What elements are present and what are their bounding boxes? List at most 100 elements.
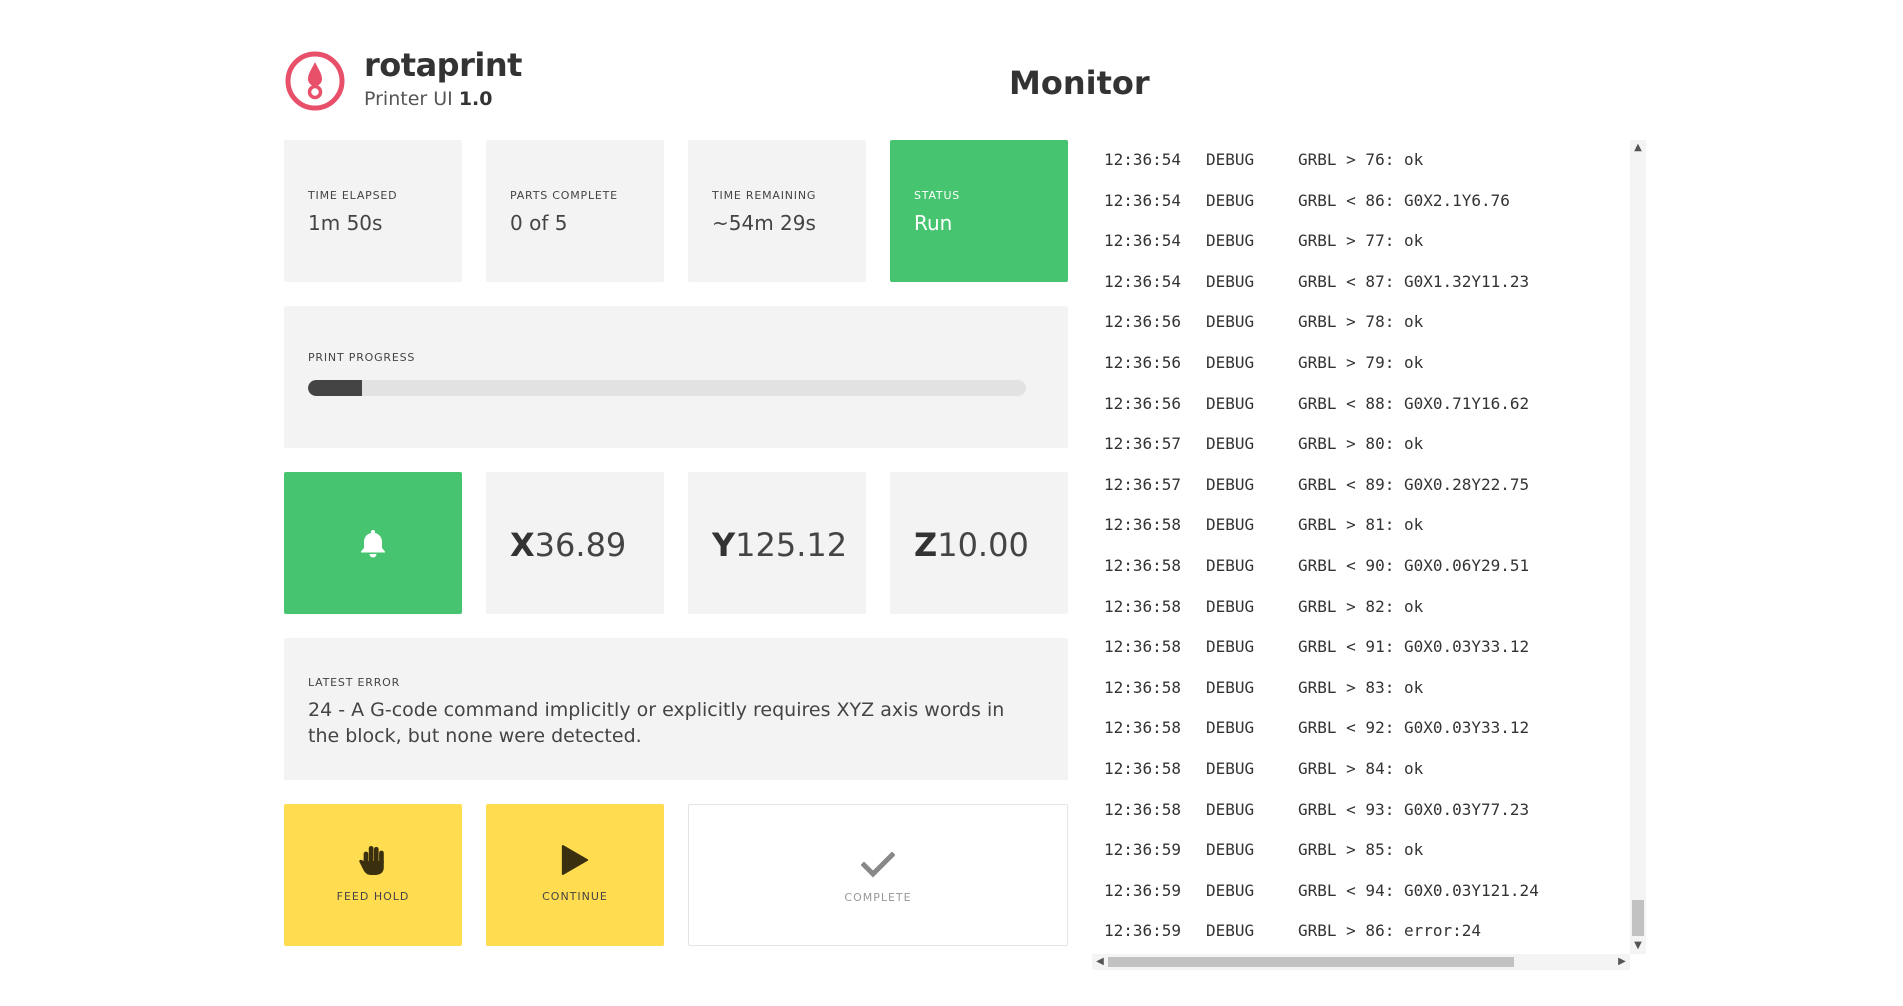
log-time: 12:36:59 (1104, 840, 1182, 860)
axis-label: Z (914, 526, 938, 564)
log-row: 12:36:58 DEBUG GRBL < 91: G0X0.03Y33.12 (1092, 627, 1630, 668)
log-message: GRBL > 86: error:24 (1298, 921, 1482, 941)
error-text: 24 - A G-code command implicitly or expl… (308, 699, 1005, 747)
log-level: DEBUG (1206, 150, 1255, 169)
coord-x: X36.89 (510, 526, 626, 564)
stat-value: 0 of 5 (510, 211, 568, 235)
alarm-button[interactable] (284, 472, 462, 614)
log-row: 12:36:59 DEBUG GRBL > 86: error:24 (1092, 911, 1630, 952)
log-row: 12:36:56 DEBUG GRBL > 79: ok (1092, 343, 1630, 384)
stat-label: PARTS COMPLETE (510, 189, 618, 202)
log-time: 12:36:58 (1104, 718, 1182, 738)
log-row: 12:36:59 DEBUG GRBL > 85: ok (1092, 830, 1630, 871)
log-level: DEBUG (1206, 840, 1255, 860)
axis-label: Y (712, 526, 736, 564)
subtitle-prefix: Printer UI (364, 88, 453, 110)
progress-fill (308, 380, 362, 396)
log-time: 12:36:58 (1104, 596, 1182, 616)
log-message: GRBL > 81: ok (1298, 515, 1424, 535)
stat-value: ~54m 29s (712, 211, 816, 235)
coord-z-card: Z10.00 (890, 472, 1068, 614)
play-icon (561, 845, 589, 875)
log-time: 12:36:54 (1104, 231, 1182, 251)
log-time: 12:36:59 (1104, 880, 1182, 900)
log-message: GRBL < 90: G0X0.06Y29.51 (1298, 555, 1530, 575)
log-time: 12:36:54 (1104, 150, 1182, 169)
checkmark-icon (861, 852, 895, 878)
stat-time-elapsed: TIME ELAPSED 1m 50s (284, 140, 462, 282)
log-level: DEBUG (1206, 515, 1255, 535)
log-level: DEBUG (1206, 271, 1255, 291)
log-row: 12:36:58 DEBUG GRBL > 82: ok (1092, 587, 1630, 628)
log-level: DEBUG (1206, 677, 1255, 697)
log-level: DEBUG (1206, 718, 1255, 738)
coord-y: Y125.12 (712, 526, 847, 564)
axis-value: 10.00 (937, 526, 1029, 564)
status-card: STATUS Run (890, 140, 1068, 282)
scroll-left-arrow-icon[interactable]: ◀ (1092, 954, 1108, 970)
log-time: 12:36:56 (1104, 312, 1182, 332)
bell-icon (361, 530, 385, 558)
complete-button[interactable]: COMPLETE (688, 804, 1068, 946)
continue-button[interactable]: CONTINUE (486, 804, 664, 946)
stat-label: TIME ELAPSED (308, 189, 398, 202)
log-row: 12:36:58 DEBUG GRBL < 90: G0X0.06Y29.51 (1092, 546, 1630, 587)
log-time: 12:36:56 (1104, 393, 1182, 413)
stat-value: 1m 50s (308, 211, 383, 235)
scroll-up-arrow-icon[interactable]: ▲ (1630, 140, 1646, 156)
progress-bar (308, 380, 1026, 396)
axis-value: 125.12 (735, 526, 848, 564)
scroll-thumb[interactable] (1632, 900, 1644, 936)
scroll-down-arrow-icon[interactable]: ▼ (1630, 938, 1646, 954)
log-time: 12:36:56 (1104, 352, 1182, 372)
log-row: 12:36:56 DEBUG GRBL < 88: G0X0.71Y16.62 (1092, 384, 1630, 425)
log-message: GRBL > 77: ok (1298, 231, 1424, 251)
scroll-thumb-horizontal[interactable] (1108, 957, 1514, 967)
log-row: 12:36:58 DEBUG GRBL > 81: ok (1092, 505, 1630, 546)
droplet-in-circle-icon (285, 51, 345, 111)
stat-label: STATUS (914, 189, 961, 202)
log-level: DEBUG (1206, 231, 1255, 251)
log-row: 12:36:54 DEBUG GRBL > 77: ok (1092, 221, 1630, 262)
log-level: DEBUG (1206, 799, 1255, 819)
continue-label: CONTINUE (542, 890, 608, 903)
log-level: DEBUG (1206, 474, 1255, 494)
brand-name: rotaprint (364, 46, 522, 84)
log-time: 12:36:57 (1104, 474, 1182, 494)
log-level: DEBUG (1206, 555, 1255, 575)
log-time: 12:36:59 (1104, 921, 1182, 941)
log-row: 12:36:58 DEBUG GRBL > 84: ok (1092, 749, 1630, 790)
scroll-right-arrow-icon[interactable]: ▶ (1614, 954, 1630, 970)
log-level: DEBUG (1206, 921, 1255, 941)
feed-hold-button[interactable]: FEED HOLD (284, 804, 462, 946)
log-message: GRBL > 76: ok (1298, 150, 1424, 169)
log-message: GRBL < 94: G0X0.03Y121.24 (1298, 880, 1539, 900)
complete-label: COMPLETE (844, 891, 912, 904)
log-level: DEBUG (1206, 312, 1255, 332)
log-row: 12:36:57 DEBUG GRBL < 89: G0X0.28Y22.75 (1092, 465, 1630, 506)
log-message: GRBL < 92: G0X0.03Y33.12 (1298, 718, 1530, 738)
horizontal-scrollbar[interactable]: ◀ ▶ (1092, 954, 1630, 970)
log-row: 12:36:58 DEBUG GRBL > 83: ok (1092, 668, 1630, 709)
log-panel[interactable]: 12:36:54 DEBUG GRBL > 76: ok 12:36:54 DEBUG G… (1092, 140, 1646, 970)
latest-error-card: LATEST ERROR 24 - A G-code command impli… (284, 638, 1068, 780)
log-level: DEBUG (1206, 352, 1255, 372)
log-time: 12:36:58 (1104, 637, 1182, 657)
log-time: 12:36:58 (1104, 677, 1182, 697)
log-row: 12:36:56 DEBUG GRBL > 78: ok (1092, 302, 1630, 343)
log-level: DEBUG (1206, 393, 1255, 413)
stat-time-remaining: TIME REMAINING ~54m 29s (688, 140, 866, 282)
vertical-scrollbar[interactable]: ▲ ▼ (1630, 140, 1646, 954)
axis-value: 36.89 (534, 526, 627, 564)
log-time: 12:36:54 (1104, 190, 1182, 210)
log-level: DEBUG (1206, 880, 1255, 900)
log-message: GRBL > 85: ok (1298, 840, 1424, 860)
axis-label: X (510, 526, 535, 564)
version: 1.0 (458, 88, 493, 110)
progress-label: PRINT PROGRESS (308, 351, 416, 364)
log-message: GRBL > 80: ok (1298, 434, 1424, 454)
log-time: 12:36:57 (1104, 434, 1182, 454)
print-progress-card: PRINT PROGRESS (284, 306, 1068, 448)
log-list: 12:36:54 DEBUG GRBL > 76: ok 12:36:54 DEBUG G… (1092, 140, 1630, 952)
log-row: 12:36:54 DEBUG GRBL > 76: ok (1092, 140, 1630, 181)
